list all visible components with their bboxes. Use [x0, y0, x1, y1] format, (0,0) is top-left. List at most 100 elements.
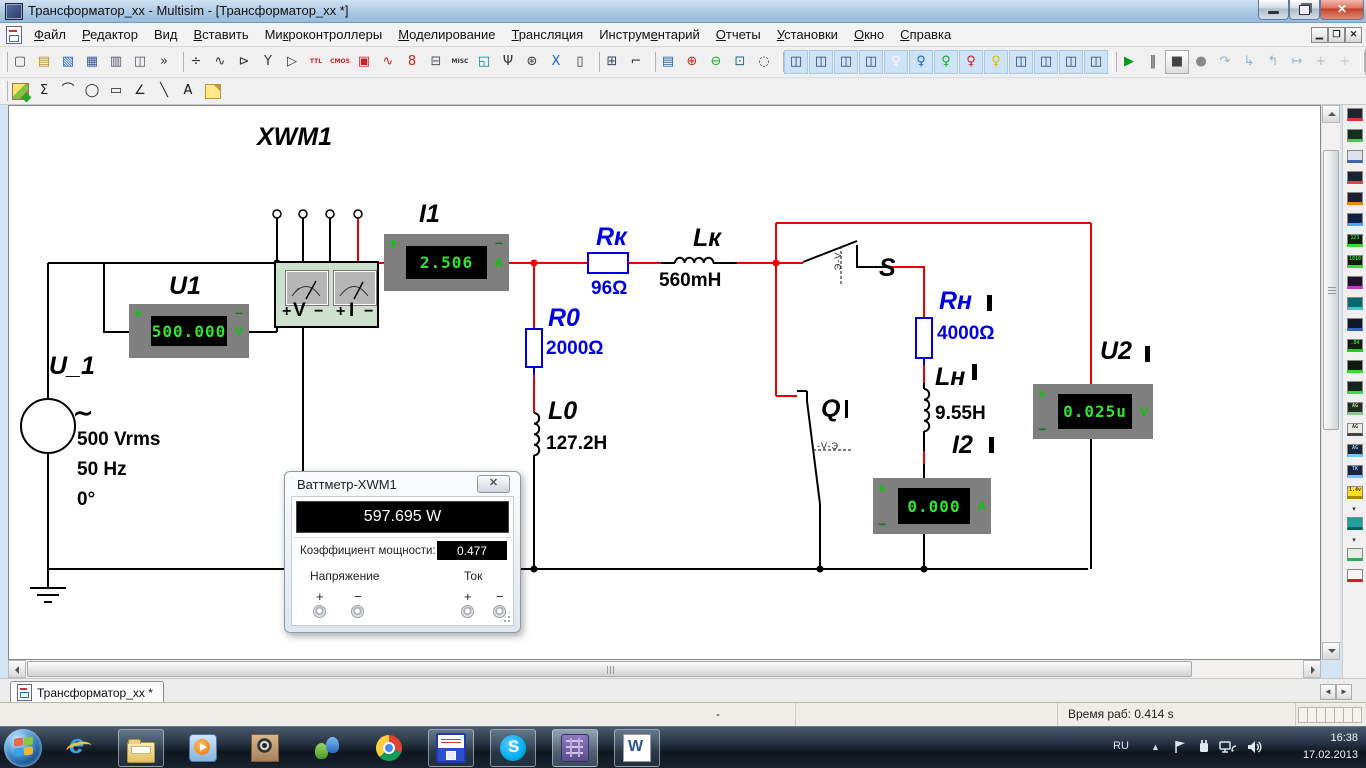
open-button[interactable]: ▤: [32, 50, 56, 74]
vertical-scrollbar[interactable]: [1322, 105, 1340, 660]
misc-group-button[interactable]: MISC: [448, 50, 472, 74]
scroll-down-button[interactable]: [1322, 642, 1340, 660]
probe-red-button[interactable]: ♀: [959, 50, 983, 74]
voltage-minus-terminal[interactable]: [351, 605, 364, 618]
taskbar-explorer[interactable]: [118, 729, 164, 767]
zoom-in-button[interactable]: ⊕: [680, 50, 704, 74]
menu-insert[interactable]: Вставить: [185, 23, 256, 46]
run-to-cursor-button[interactable]: ↦: [1285, 50, 1309, 74]
wattmeter-xwm1-component[interactable]: + V − + I −: [274, 261, 379, 328]
current-plus-terminal[interactable]: [461, 605, 474, 618]
bus-button[interactable]: ⌐: [624, 50, 648, 74]
title-bar[interactable]: Трансформатор_хх - Multisim - [Трансформ…: [0, 0, 1366, 23]
menu-file[interactable]: Файл: [26, 23, 74, 46]
text-tool-button[interactable]: A: [176, 79, 200, 103]
voltage-plus-terminal[interactable]: [313, 605, 326, 618]
indicators-group-button[interactable]: 8: [400, 50, 424, 74]
spectrum-analyzer-button[interactable]: [1344, 358, 1366, 378]
u1-voltmeter[interactable]: 500.000+−V: [129, 304, 249, 358]
design-toolbox-button[interactable]: ▤: [656, 50, 680, 74]
taskbar-chrome[interactable]: [366, 729, 412, 767]
tray-expand-icon[interactable]: ▲: [1151, 742, 1160, 752]
probe-box-3-button[interactable]: ◫: [834, 50, 858, 74]
ellipse-tool-button[interactable]: ◯: [80, 79, 104, 103]
logic-converter-button[interactable]: [1344, 295, 1366, 315]
vertical-scroll-thumb[interactable]: [1323, 150, 1339, 430]
misc-digital-group-button[interactable]: ▣: [352, 50, 376, 74]
probe-box-6-button[interactable]: ◫: [1034, 50, 1058, 74]
menu-help[interactable]: Справка: [892, 23, 959, 46]
schematic-canvas[interactable]: + V − + I − XWM1I1U1U_1∼500 Vrms50 Hz0°R…: [8, 105, 1321, 660]
distortion-analyzer-button[interactable]: .04: [1344, 337, 1366, 357]
action-center-flag-icon[interactable]: [1172, 739, 1188, 760]
frequency-counter-button[interactable]: 123: [1344, 232, 1366, 252]
four-channel-oscilloscope-button[interactable]: [1344, 190, 1366, 210]
dialog-close-button[interactable]: ✕: [477, 475, 510, 493]
mdi-minimize-button[interactable]: ▁: [1311, 27, 1328, 43]
tab-scroll-right-button[interactable]: ►: [1336, 684, 1352, 700]
probe-dropdown-arrow[interactable]: ▾: [1343, 505, 1365, 514]
minimize-button[interactable]: [1258, 0, 1289, 20]
hierarchical-block-button[interactable]: ⊞: [600, 50, 624, 74]
step-out-button[interactable]: ↰: [1261, 50, 1285, 74]
electromechanical-group-button[interactable]: ⊛: [520, 50, 544, 74]
step-over-button[interactable]: ↷: [1213, 50, 1237, 74]
probe-box-7-button[interactable]: ◫: [1059, 50, 1083, 74]
probe-box-1-button[interactable]: ◫: [784, 50, 808, 74]
taskbar-save-app[interactable]: [428, 729, 474, 767]
new-button[interactable]: ▢: [8, 50, 32, 74]
menu-mcu[interactable]: Микроконтроллеры: [257, 23, 391, 46]
language-indicator[interactable]: RU: [1113, 740, 1129, 752]
comment-tool-button[interactable]: [200, 79, 224, 103]
agilent-function-generator-button[interactable]: AG: [1344, 400, 1366, 420]
mixed-group-button[interactable]: ∿: [376, 50, 400, 74]
probe-blue-button[interactable]: ♀: [909, 50, 933, 74]
ni-components-group-button[interactable]: X: [544, 50, 568, 74]
zoom-fit-button[interactable]: ◌: [752, 50, 776, 74]
probe-yellow-button[interactable]: ♀: [984, 50, 1008, 74]
probe-green-button[interactable]: ♀: [934, 50, 958, 74]
wattmeter-button[interactable]: [1344, 148, 1366, 168]
taskbar-skype[interactable]: [490, 729, 536, 767]
taskbar-word[interactable]: [614, 729, 660, 767]
bode-plotter-button[interactable]: [1344, 211, 1366, 231]
pan-lock-button[interactable]: +: [1333, 50, 1357, 74]
zoom-out-button[interactable]: ⊖: [704, 50, 728, 74]
probe-box-2-button[interactable]: ◫: [809, 50, 833, 74]
clock[interactable]: 16:38 17.02.2013: [1303, 730, 1358, 764]
run-button[interactable]: ▶: [1117, 50, 1141, 74]
open-samples-button[interactable]: ▧: [56, 50, 80, 74]
taskbar-internet-explorer[interactable]: [56, 729, 102, 767]
mcu-module-button[interactable]: ▯: [568, 50, 592, 74]
agilent-oscilloscope-button[interactable]: AG: [1344, 442, 1366, 462]
edit-graphics-button[interactable]: [8, 79, 32, 103]
menu-tools[interactable]: Инструментарий: [591, 23, 708, 46]
scroll-left-button[interactable]: [8, 660, 26, 678]
toolbar-overflow-button[interactable]: »: [152, 50, 176, 74]
ttl-group-button[interactable]: TTL: [304, 50, 328, 74]
labview-dropdown-arrow[interactable]: ▾: [1343, 536, 1365, 545]
power-plug-icon[interactable]: [1196, 739, 1212, 760]
network-analyzer-button[interactable]: [1344, 379, 1366, 399]
menu-view[interactable]: Вид: [146, 23, 186, 46]
multimeter-button[interactable]: [1344, 106, 1366, 126]
scroll-right-button[interactable]: [1303, 660, 1321, 678]
cmos-group-button[interactable]: CMOS: [328, 50, 352, 74]
u2-voltmeter[interactable]: 0.025u+−V: [1033, 384, 1153, 439]
mdi-restore-button[interactable]: ❐: [1328, 27, 1345, 43]
word-generator-button[interactable]: 1010: [1344, 253, 1366, 273]
arc-tool-button[interactable]: ⌒: [56, 79, 80, 103]
diodes-group-button[interactable]: ⊳: [232, 50, 256, 74]
horizontal-scrollbar[interactable]: [8, 660, 1321, 678]
step-into-button[interactable]: ↳: [1237, 50, 1261, 74]
dialog-resize-grip[interactable]: [500, 612, 510, 622]
close-button[interactable]: ✕: [1320, 0, 1364, 20]
horizontal-scroll-thumb[interactable]: [27, 661, 1192, 677]
advanced-peripherals-group-button[interactable]: ◱: [472, 50, 496, 74]
tab-transformator-xx[interactable]: Трансформатор_хх *: [10, 681, 164, 703]
logic-analyzer-button[interactable]: [1344, 274, 1366, 294]
menu-transfer[interactable]: Трансляция: [503, 23, 591, 46]
menu-simulate[interactable]: Моделирование: [390, 23, 503, 46]
restore-button[interactable]: [1289, 0, 1320, 20]
measurement-probe-button[interactable]: 1.4v: [1344, 484, 1366, 504]
